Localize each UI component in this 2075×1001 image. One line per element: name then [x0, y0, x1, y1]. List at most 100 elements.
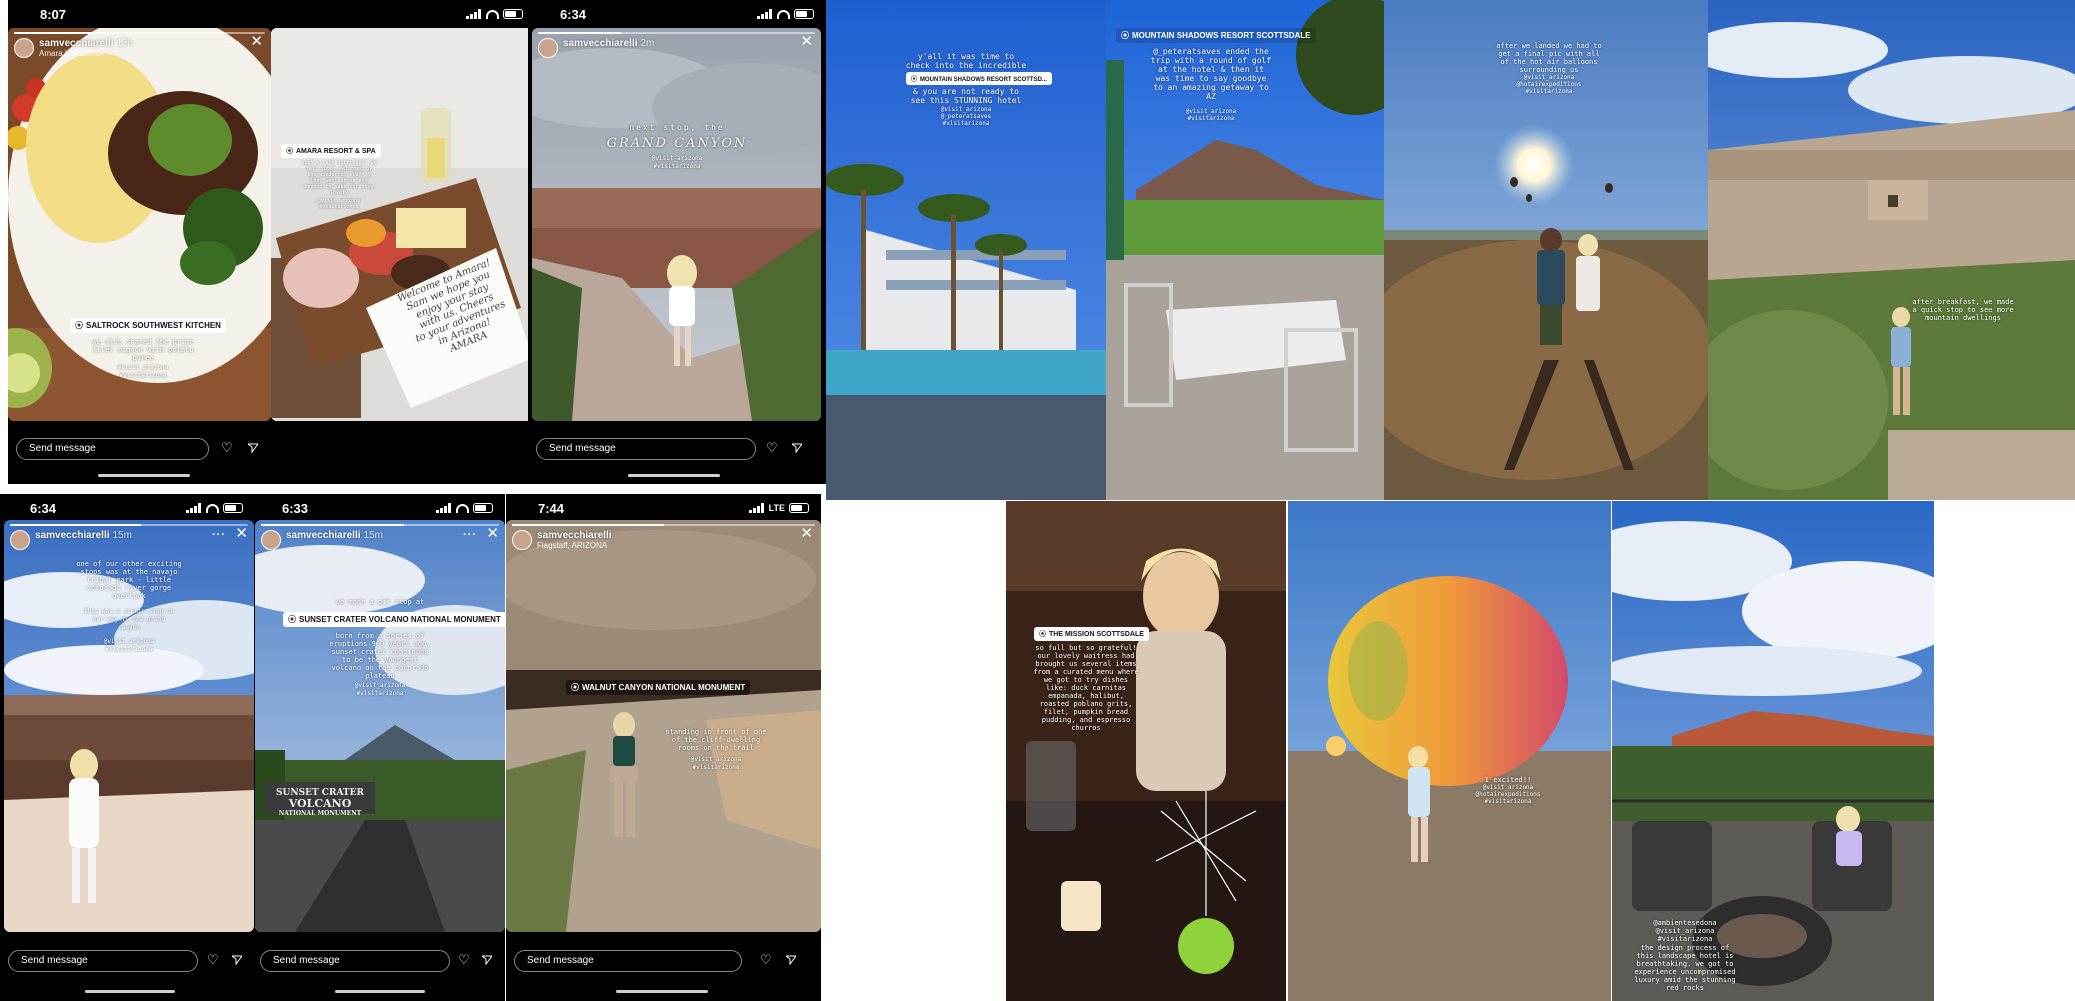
wifi-icon — [777, 9, 790, 19]
heart-icon[interactable]: ♡ — [766, 440, 778, 456]
pin-icon: ⦿ — [288, 615, 296, 624]
heart-icon[interactable]: ♡ — [207, 952, 219, 968]
phone-screenshot-bottom-middle: 7:44 LTE samvecchiarelli Flagstaff, ARIZ… — [506, 494, 821, 1001]
story-hashtags: @visit_arizona #visitarizona — [317, 198, 361, 210]
send-message-input[interactable]: Send message — [260, 950, 450, 972]
heart-icon[interactable]: ♡ — [458, 952, 470, 968]
story-hot-air-balloons-landing[interactable]: after we landed we had to get a final pi… — [1384, 0, 1708, 500]
send-message-input[interactable]: Send message — [16, 438, 209, 460]
story-amara[interactable]: Welcome to Amara! Sam we hope you enjoy … — [271, 28, 534, 421]
avatar[interactable] — [512, 530, 532, 550]
phone-screenshot-top-middle: 6:34 samvecchiarelli 2m ✕ next stop, the… — [528, 0, 826, 484]
sunset-crater-photo — [255, 520, 505, 932]
story-caption: y'all it was time to check into the incr… — [905, 52, 1027, 70]
avatar[interactable] — [10, 530, 30, 550]
story-sublocation[interactable]: Flagstaff, ARIZONA — [537, 541, 612, 550]
story-mountain-shadows-pool[interactable]: y'all it was time to check into the incr… — [826, 0, 1106, 500]
story-the-mission[interactable]: ⦿ THE MISSION SCOTTSDALE so full but so g… — [1006, 501, 1286, 1001]
battery-icon — [223, 503, 243, 513]
story-username[interactable]: samvecchiarelli 15m — [35, 530, 132, 541]
story-mountain-shadows-patio[interactable]: ⦿ MOUNTAIN SHADOWS RESORT SCOTTSDALE @_pe… — [1106, 0, 1384, 500]
send-icon[interactable] — [248, 443, 258, 453]
story-username[interactable]: samvecchiarelli 13h — [39, 38, 133, 49]
story-hashtags: @visit_arizona #visitarizona — [103, 638, 155, 653]
story-sublocation[interactable]: Amara | ARIZONA — [39, 49, 133, 58]
story-caption: @_peteratsaves ended the trip with a rou… — [1150, 47, 1272, 101]
story-progress-bar — [14, 32, 265, 34]
story-little-colorado[interactable]: samvecchiarelli 15m ··· ✕ one of our othe… — [4, 520, 254, 932]
location-sticker[interactable]: ⦿ SALTROCK SOUTHWEST KITCHEN — [70, 318, 226, 333]
status-time: 6:34 — [30, 501, 57, 516]
status-bar: 8:07 — [8, 0, 535, 28]
send-message-input[interactable]: Send message — [514, 950, 742, 972]
heart-icon[interactable]: ♡ — [760, 952, 772, 968]
pin-icon: ⦿ — [286, 148, 293, 155]
status-bar: 7:44 LTE — [506, 494, 821, 522]
story-user[interactable]: samvecchiarelli 15m — [10, 530, 132, 550]
story-caption: & you are not ready to see this STUNNING… — [910, 87, 1022, 105]
avatar[interactable] — [261, 530, 281, 550]
status-bar: 6:34 6:33 — [0, 494, 505, 522]
story-saltrock[interactable]: samvecchiarelli 13h Amara | ARIZONA ··· ✕… — [8, 28, 271, 421]
home-indicator — [616, 990, 708, 993]
story-caption: after we landed we had to get a final pi… — [1496, 42, 1602, 74]
send-message-input[interactable]: Send message — [536, 438, 756, 460]
pin-icon: ⦿ — [571, 683, 579, 692]
close-icon[interactable]: ✕ — [800, 526, 813, 541]
location-sticker[interactable]: ⦿ AMARA RESORT & SPA — [281, 144, 381, 158]
send-message-input[interactable]: Send message — [8, 950, 198, 972]
story-montezuma-castle[interactable]: after breakfast, we made a quick stop to… — [1708, 0, 2075, 500]
story-caption: one of our other exciting stops was at t… — [76, 560, 182, 600]
story-ambiente-sedona[interactable]: @ambientesedona @visit_arizona #visitari… — [1612, 501, 1934, 1001]
close-icon[interactable]: ✕ — [486, 526, 499, 541]
location-sticker[interactable]: ⦿ MOUNTAIN SHADOWS RESORT SCOTTSD... — [906, 72, 1052, 85]
story-user[interactable]: samvecchiarelli Flagstaff, ARIZONA — [512, 530, 612, 550]
story-username[interactable]: samvecchiarelli 2m — [563, 38, 654, 49]
battery-icon — [473, 503, 493, 513]
more-options-icon[interactable]: ··· — [463, 529, 477, 541]
close-icon[interactable]: ✕ — [235, 526, 248, 541]
more-options-icon[interactable]: ··· — [212, 529, 226, 541]
story-hot-air-balloon[interactable]: I excited!! @visit_arizona @hotairexpedi… — [1288, 501, 1611, 1001]
location-sticker[interactable]: ⦿ MOUNTAIN SHADOWS RESORT SCOTTSDALE — [1116, 28, 1316, 43]
story-username[interactable]: samvecchiarelli — [537, 530, 612, 541]
signal-icon — [186, 503, 202, 513]
story-caption: born from a series of eruptions 900 year… — [329, 632, 431, 680]
story-title: GRAND CANYON — [606, 136, 748, 151]
heart-icon[interactable]: ♡ — [221, 440, 233, 456]
status-time: 6:33 — [282, 501, 309, 516]
pin-icon: ⦿ — [75, 321, 83, 330]
avatar[interactable] — [538, 38, 558, 58]
send-icon[interactable] — [786, 955, 796, 965]
location-sticker[interactable]: ⦿ SUNSET CRATER VOLCANO NATIONAL MONUMENT — [283, 612, 505, 627]
pin-icon: ⦿ — [1121, 31, 1129, 40]
story-hashtags: @ambientesedona @visit_arizona #visitari… — [1653, 919, 1717, 943]
story-username[interactable]: samvecchiarelli 15m — [286, 530, 383, 541]
story-user[interactable]: samvecchiarelli 15m — [261, 530, 383, 550]
story-walnut-canyon[interactable]: samvecchiarelli Flagstaff, ARIZONA ✕ ⦿ WA… — [506, 520, 821, 932]
story-caption-secondary: this was a scenic stop on our way to the… — [83, 608, 175, 631]
home-indicator — [85, 990, 175, 993]
story-grand-canyon[interactable]: samvecchiarelli 2m ✕ next stop, the GRAND… — [532, 28, 821, 421]
pin-icon: ⦿ — [911, 77, 918, 83]
story-hashtags: @visit_arizona @hotairexpeditions #visit… — [1475, 784, 1541, 805]
more-options-icon[interactable]: ··· — [227, 37, 241, 49]
story-progress-bar — [512, 524, 815, 526]
sign-line: NATIONAL MONUMENT — [278, 810, 362, 817]
send-icon[interactable] — [482, 955, 492, 965]
location-sticker[interactable]: ⦿ WALNUT CANYON NATIONAL MONUMENT — [566, 680, 751, 695]
close-icon[interactable]: ✕ — [800, 34, 813, 49]
send-icon[interactable] — [232, 955, 242, 965]
close-icon[interactable]: ✕ — [250, 34, 263, 49]
story-user[interactable]: samvecchiarelli 2m — [538, 38, 654, 58]
story-caption: such a cute surprise!! we felt super wel… — [301, 160, 377, 196]
story-sunset-crater[interactable]: samvecchiarelli 15m ··· ✕ we made a pit s… — [255, 520, 505, 932]
story-caption: we made a pit stop at — [335, 598, 425, 606]
reply-bar: Send message ♡ Send message ♡ — [0, 940, 505, 1001]
battery-icon — [794, 9, 814, 19]
story-progress-bar — [10, 524, 248, 526]
send-icon[interactable] — [792, 443, 802, 453]
avatar[interactable] — [14, 38, 34, 58]
story-user[interactable]: samvecchiarelli 13h Amara | ARIZONA — [14, 38, 133, 58]
location-sticker[interactable]: ⦿ THE MISSION SCOTTSDALE — [1034, 627, 1149, 641]
